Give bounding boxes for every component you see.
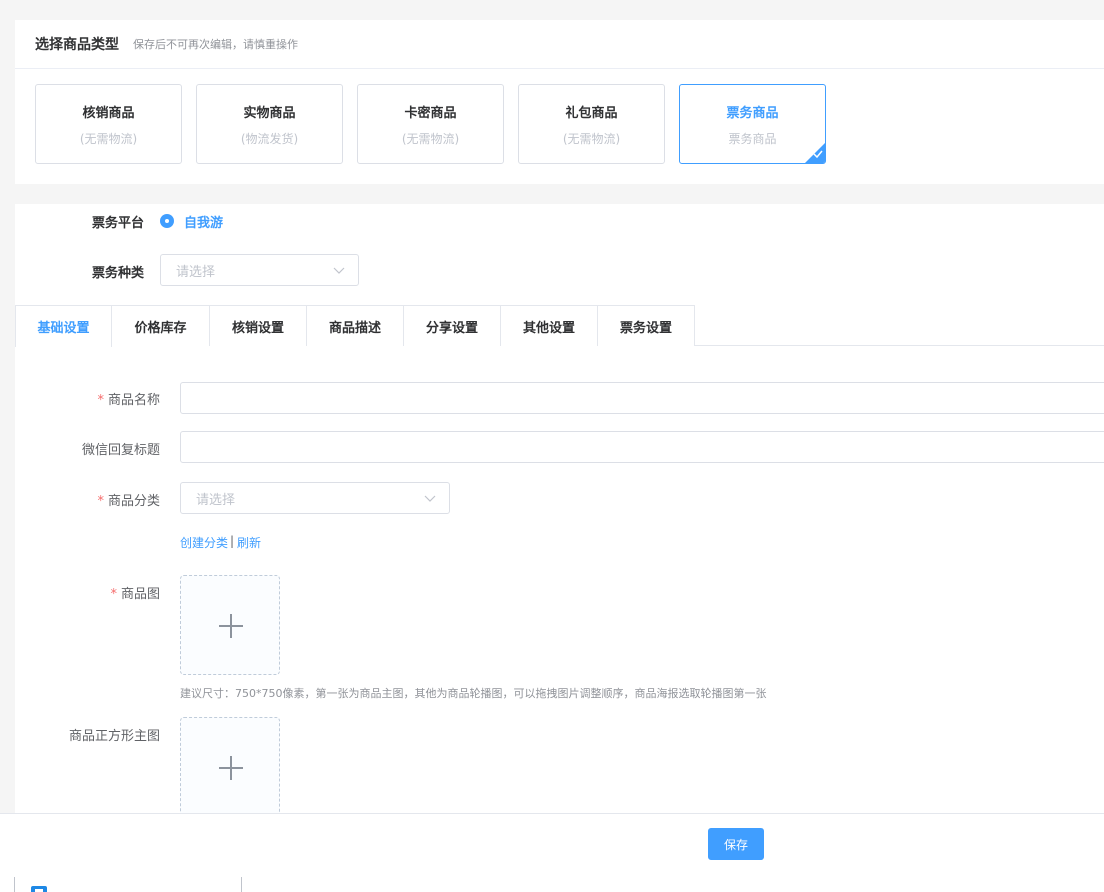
wechat-title-input[interactable]	[180, 431, 1104, 463]
settings-tabs: 基础设置 价格库存 核销设置 商品描述 分享设置 其他设置 票务设置	[15, 305, 1104, 347]
taskbar-divider	[241, 877, 242, 892]
product-type-title: 选择商品类型	[35, 37, 119, 53]
image-size-tip: 建议尺寸：750*750像素，第一张为商品主图，其他为商品轮播图，可以拖拽图片调…	[180, 687, 767, 700]
product-name-input[interactable]	[180, 382, 1104, 414]
type-option-card-key[interactable]: 卡密商品 (无需物流)	[357, 84, 504, 164]
save-button[interactable]: 保存	[708, 828, 764, 860]
category-placeholder: 请选择	[196, 492, 236, 508]
type-option-sub: (无需物流)	[562, 131, 621, 146]
tab-share-settings[interactable]: 分享设置	[404, 305, 501, 346]
type-option-sub: 票务商品	[728, 131, 777, 146]
create-category-link[interactable]: 创建分类	[180, 534, 228, 551]
type-option-name: 实物商品	[243, 105, 296, 121]
wechat-title-label: 微信回复标题	[81, 443, 160, 458]
tab-verify-settings[interactable]: 核销设置	[210, 305, 307, 346]
type-option-sub: (无需物流)	[79, 131, 138, 146]
square-image-label: 商品正方形主图	[68, 729, 160, 744]
product-name-label: * 商品名称	[15, 389, 160, 408]
ticket-kind-select[interactable]: 请选择	[160, 254, 359, 286]
type-option-sub: (物流发货)	[240, 131, 299, 146]
taskbar-divider	[14, 877, 15, 892]
app-icon[interactable]	[31, 886, 47, 892]
square-image-upload[interactable]	[180, 717, 280, 814]
type-option-sub: (无需物流)	[401, 131, 460, 146]
type-option-name: 票务商品	[726, 105, 779, 121]
bottom-taskbar	[0, 871, 1104, 892]
ticket-kind-label: 票务种类	[92, 266, 145, 281]
footer-bar: 保存	[0, 813, 1104, 871]
category-label-text: 商品分类	[107, 494, 160, 509]
product-type-header: 选择商品类型 保存后不可再次编辑，请慎重操作	[15, 20, 1104, 69]
link-separator: |	[230, 534, 235, 548]
product-type-hint: 保存后不可再次编辑，请慎重操作	[133, 38, 298, 51]
chevron-down-icon	[333, 267, 345, 274]
check-icon	[813, 149, 823, 162]
type-option-name: 礼包商品	[565, 105, 618, 121]
tab-ticket-settings[interactable]: 票务设置	[598, 305, 695, 346]
type-option-name: 卡密商品	[404, 105, 457, 121]
product-type-list: 核销商品 (无需物流) 实物商品 (物流发货) 卡密商品 (无需物流) 礼包商品…	[35, 84, 826, 164]
type-option-gift-pack[interactable]: 礼包商品 (无需物流)	[518, 84, 665, 164]
chevron-down-icon	[424, 495, 436, 502]
type-option-verify[interactable]: 核销商品 (无需物流)	[35, 84, 182, 164]
product-image-label-text: 商品图	[120, 587, 160, 602]
refresh-link[interactable]: 刷新	[237, 534, 261, 551]
product-type-card: 选择商品类型 保存后不可再次编辑，请慎重操作 核销商品 (无需物流) 实物商品 …	[15, 20, 1104, 184]
type-option-physical[interactable]: 实物商品 (物流发货)	[196, 84, 343, 164]
ticket-kind-placeholder: 请选择	[176, 264, 216, 280]
ticket-platform-label: 票务平台	[92, 216, 145, 231]
main-form-panel: 票务平台 自我游 票务种类 请选择 基础设置 价格库存 核销设置 商品描述 分享…	[15, 204, 1104, 814]
tab-price-stock[interactable]: 价格库存	[112, 305, 210, 346]
tab-basic[interactable]: 基础设置	[15, 305, 112, 347]
category-select[interactable]: 请选择	[180, 482, 450, 514]
required-mark: *	[110, 587, 117, 602]
type-option-name: 核销商品	[82, 105, 135, 121]
tab-description[interactable]: 商品描述	[307, 305, 404, 346]
required-mark: *	[97, 393, 104, 408]
category-label: * 商品分类	[15, 490, 160, 509]
product-name-label-text: 商品名称	[107, 393, 160, 408]
tab-other-settings[interactable]: 其他设置	[501, 305, 598, 346]
required-mark: *	[97, 494, 104, 509]
type-option-ticket[interactable]: 票务商品 票务商品	[679, 84, 826, 164]
ticket-platform-value[interactable]: 自我游	[184, 212, 223, 231]
product-image-upload[interactable]	[180, 575, 280, 675]
product-image-label: * 商品图	[15, 583, 160, 602]
ticket-platform-radio[interactable]	[160, 214, 174, 228]
